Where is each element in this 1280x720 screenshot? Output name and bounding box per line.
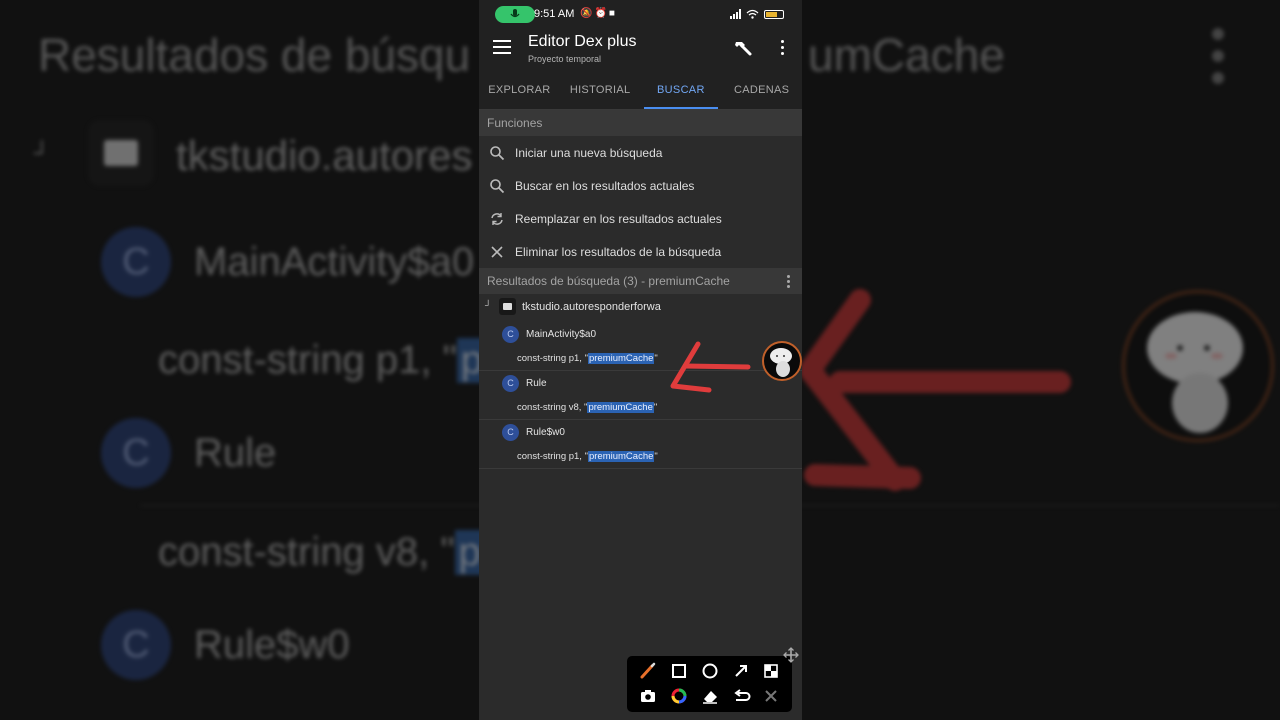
- match-highlight: premiumCache: [587, 451, 655, 462]
- status-bar: 9:51 AM 🔕⏰■: [479, 0, 802, 30]
- class-node[interactable]: C Rule$w0: [479, 420, 802, 446]
- class-name: MainActivity$a0: [526, 329, 597, 340]
- brush-icon[interactable]: [637, 660, 659, 682]
- build-hammer-icon[interactable]: [733, 38, 753, 58]
- tab-cadenas[interactable]: CADENAS: [721, 70, 802, 109]
- bg-class-name: Rule$w0: [194, 623, 350, 667]
- results-header: Resultados de búsqueda (3) - premiumCach…: [479, 268, 802, 294]
- bg-red-arrow-icon: [800, 289, 1071, 491]
- folder-icon: [499, 298, 516, 315]
- results-more-icon[interactable]: [787, 275, 791, 290]
- results-header-label: Resultados de búsqueda (3) - premiumCach…: [487, 274, 730, 288]
- bg-code-prefix: const-string p1, ": [158, 338, 457, 382]
- collapse-caret-icon[interactable]: ┘: [485, 300, 491, 310]
- clear-results-item[interactable]: Eliminar los resultados de la búsqueda: [479, 235, 802, 268]
- code-prefix: const-string p1, ": [517, 353, 588, 364]
- code-suffix: ": [654, 451, 658, 462]
- bg-code-prefix: const-string v8, ": [158, 530, 455, 574]
- red-arrow-annotation-icon: [670, 341, 751, 393]
- new-search-item[interactable]: Iniciar una nueva búsqueda: [479, 136, 802, 169]
- camera-icon[interactable]: [637, 685, 659, 707]
- mosaic-icon[interactable]: [760, 660, 782, 682]
- class-badge-icon: C: [502, 424, 519, 441]
- match-highlight: premiumCache: [587, 402, 654, 413]
- bg-code-line: const-string v8, " pr: [158, 530, 499, 575]
- eraser-icon[interactable]: [699, 685, 721, 707]
- new-search-label: Iniciar una nueva búsqueda: [515, 146, 663, 160]
- bg-title-right: umCache: [808, 29, 1005, 81]
- result-line[interactable]: const-string p1, "premiumCache": [479, 446, 802, 469]
- arrow-icon[interactable]: [730, 660, 752, 682]
- search-in-results-item[interactable]: Buscar en los resultados actuales: [479, 169, 802, 202]
- sticker-avatar: [762, 341, 802, 381]
- replace-in-results-label: Reemplazar en los resultados actuales: [515, 212, 722, 226]
- bg-class-badge: C: [101, 610, 171, 680]
- close-icon[interactable]: [760, 685, 782, 707]
- result-code: const-string p1, "premiumCache": [517, 451, 658, 462]
- rectangle-icon[interactable]: [668, 660, 690, 682]
- package-node[interactable]: ┘ tkstudio.autoresponderforwa: [479, 294, 802, 322]
- signal-icon: [730, 9, 741, 19]
- mic-icon: [510, 9, 520, 18]
- class-name: Rule$w0: [526, 427, 565, 438]
- battery-icon: [764, 9, 784, 19]
- bg-package: tkstudio.autores: [176, 132, 473, 179]
- class-badge-icon: C: [502, 375, 519, 392]
- record-icon: ■: [608, 8, 617, 19]
- code-suffix: ": [653, 402, 658, 413]
- match-highlight: premiumCache: [587, 353, 655, 364]
- bg-folder-icon: [88, 120, 154, 186]
- replace-in-results-item[interactable]: Reemplazar en los resultados actuales: [479, 202, 802, 235]
- bg-code-line: const-string p1, "pr: [158, 338, 501, 383]
- code-prefix: const-string v8, ": [517, 402, 588, 413]
- status-icons-left: 🔕⏰■: [580, 8, 617, 19]
- tab-bar: EXPLORAR HISTORIAL BUSCAR CADENAS: [479, 70, 802, 110]
- circle-icon[interactable]: [699, 660, 721, 682]
- class-badge-icon: C: [502, 326, 519, 343]
- app-bar: Editor Dex plus Proyecto temporal: [479, 30, 802, 70]
- wifi-icon: [746, 9, 759, 19]
- package-name: tkstudio.autoresponderforwa: [522, 301, 661, 313]
- bg-class-badge: C: [101, 227, 171, 297]
- search-icon: [490, 179, 505, 194]
- annotation-toolbar: [627, 656, 792, 712]
- code-suffix: ": [654, 353, 658, 364]
- status-icons-right: [730, 9, 784, 19]
- more-options-icon[interactable]: [777, 40, 787, 58]
- undo-icon[interactable]: [730, 685, 752, 707]
- result-line[interactable]: const-string v8, "premiumCache": [479, 397, 802, 420]
- bg-caret-icon: ┘: [34, 140, 50, 165]
- move-handle-icon[interactable]: [783, 647, 799, 663]
- bg-sticker-avatar: [1122, 290, 1274, 442]
- replace-icon: [491, 213, 503, 225]
- bg-class-name: MainActivity$a0: [194, 240, 475, 284]
- search-icon: [490, 146, 505, 161]
- mute-icon: 🔕: [580, 8, 595, 19]
- result-code: const-string v8, "premiumCache": [517, 402, 657, 413]
- alarm-icon: ⏰: [594, 8, 609, 19]
- tab-historial[interactable]: HISTORIAL: [560, 70, 641, 109]
- result-code: const-string p1, "premiumCache": [517, 353, 658, 364]
- tab-buscar[interactable]: BUSCAR: [641, 70, 722, 109]
- bg-class-badge: C: [101, 418, 171, 488]
- tab-explorar[interactable]: EXPLORAR: [479, 70, 560, 109]
- app-subtitle: Proyecto temporal: [528, 54, 602, 64]
- code-prefix: const-string p1, ": [517, 451, 588, 462]
- clear-results-label: Eliminar los resultados de la búsqueda: [515, 245, 722, 259]
- bg-more-icon: [1212, 28, 1228, 94]
- menu-icon[interactable]: [493, 40, 511, 54]
- class-name: Rule: [526, 378, 547, 389]
- screen: Resultados de búsqu umCache ┘ tkstudio.a…: [0, 0, 1280, 720]
- status-time: 9:51 AM: [534, 8, 575, 20]
- bg-title: Resultados de búsqu: [38, 29, 471, 81]
- close-icon: [491, 246, 503, 258]
- functions-header: Funciones: [479, 110, 802, 136]
- color-picker-icon[interactable]: [668, 685, 690, 707]
- bg-class-name: Rule: [194, 431, 277, 475]
- mic-indicator: [495, 6, 535, 23]
- app-title: Editor Dex plus: [528, 33, 637, 50]
- search-in-results-label: Buscar en los resultados actuales: [515, 179, 695, 193]
